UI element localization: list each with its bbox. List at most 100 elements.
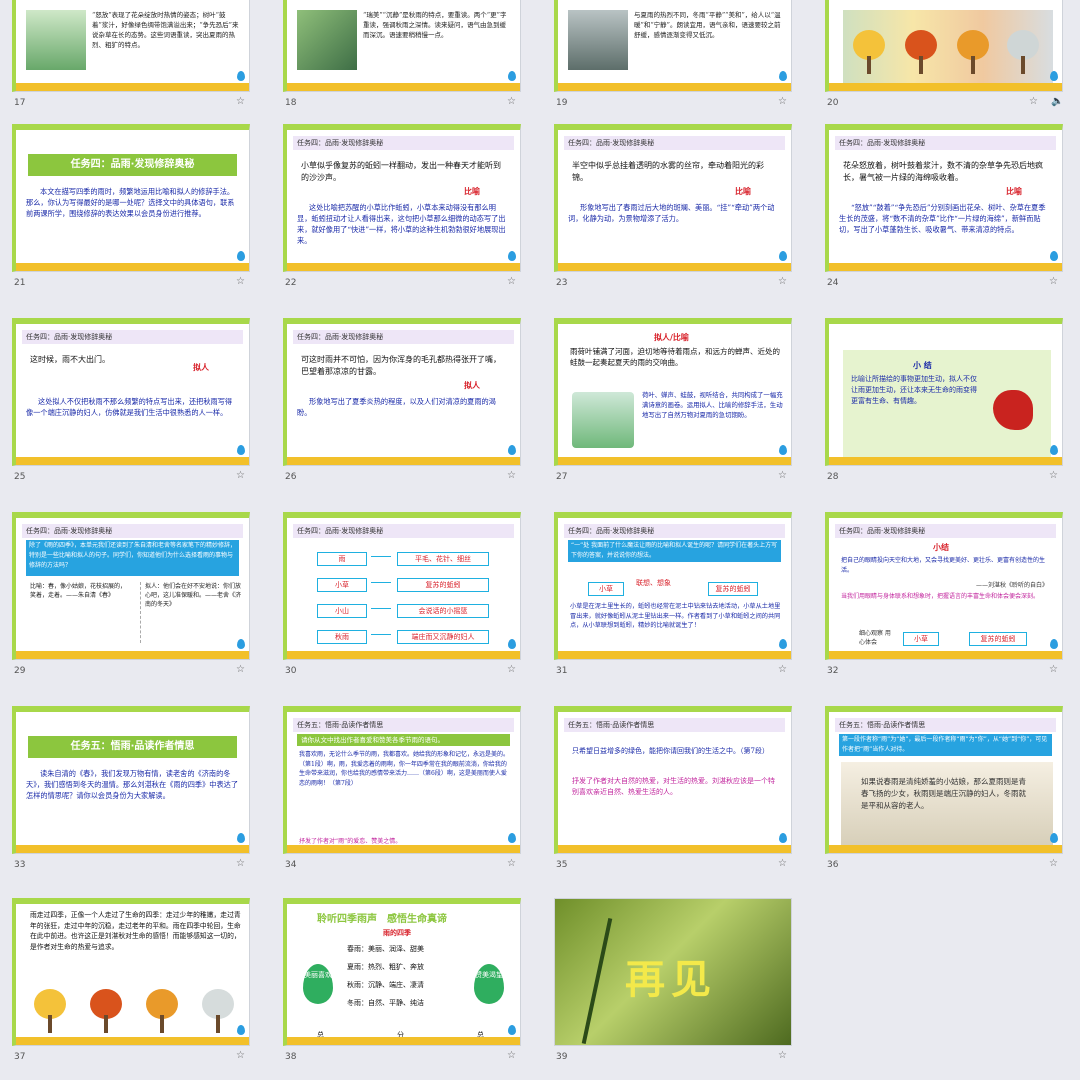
slide-canvas[interactable]: 任务四：品雨·发现修辞奥秘 “一”处 我面前了什么魔法让雨的比喻和拟人诞生的呢？请… bbox=[554, 512, 792, 660]
reflection-text: 雨走过四季，正像一个人走过了生命的四季：走过少年的稚嫩，走过青年的张狂，走过中年… bbox=[30, 911, 241, 951]
target-box: 复苏的蚯蚓 bbox=[708, 582, 758, 596]
slide-thumbnail-32[interactable]: 任务四：品雨·发现修辞奥秘 小结 把自己的眼睛投向天空和大地，又会寻找更美好、更壮乐… bbox=[825, 512, 1065, 680]
star-icon[interactable]: ☆ bbox=[778, 858, 787, 869]
slide-thumbnail-27[interactable]: 拟人/比喻 雨荷叶铺满了河面，迫切地等待着雨点，和远方的蝉声、近处的蛙鼓一起奏起夏… bbox=[554, 318, 794, 486]
explanation-text: 荷叶、蝉声、蛙鼓，视听结合，共同构成了一幅充满诗意的画卷。运用拟人、比喻的修辞手… bbox=[642, 391, 783, 419]
slide-thumbnail-25[interactable]: 任务四：品雨·发现修辞奥秘 这时候，雨不大出门。 拟人 这处拟人不仅把秋雨不那么频繁的… bbox=[12, 318, 252, 486]
slide-canvas[interactable]: 任务四：品雨·发现修辞奥秘雨 平毛、花针、细丝 小草 复苏的蚯蚓 小山 会说话的小摇篮 秋雨… bbox=[283, 512, 521, 660]
slide-canvas[interactable]: 任务四：品雨·发现修辞奥秘 小草似乎像复苏的蚯蚓一样翻动，发出一种春天才能听到的沙… bbox=[283, 124, 521, 272]
slide-canvas[interactable]: 任务四：品雨·发现修辞奥秘 半空中似乎总挂着透明的水雾的丝帘，牵动着阳光的彩锦。比… bbox=[554, 124, 792, 272]
tree-trunk bbox=[1021, 56, 1025, 74]
star-icon[interactable]: ☆ bbox=[778, 1050, 787, 1061]
slide-canvas[interactable]: “瑞美”“沉静”是秋雨的特点，要重读。两个“更”字重读，强调秋雨之深情。读来疑问… bbox=[283, 0, 521, 92]
star-icon[interactable]: ☆ bbox=[236, 858, 245, 869]
slide-canvas[interactable]: 任务五：悟雨·品读作者情思 请你从文中找出作者喜爱和赞美各季节雨的语句。 我喜欢雨，… bbox=[283, 706, 521, 854]
slide-thumbnail-30[interactable]: 任务四：品雨·发现修辞奥秘雨 平毛、花针、细丝 小草 复苏的蚯蚓 小山 会说话的小摇篮 秋雨… bbox=[283, 512, 523, 680]
slide-canvas[interactable]: 任务五：悟雨·品读作者情思 读朱自清的《春》，我们发现万物有情，读老舍的《济南的冬… bbox=[12, 706, 250, 854]
slide-canvas[interactable]: 任务四：品雨·发现修辞奥秘 除了《雨的四季》，本单元我们还读到了朱自清和老舍等名家… bbox=[12, 512, 250, 660]
star-icon[interactable]: ☆ bbox=[778, 664, 787, 675]
slide-thumbnail-22[interactable]: 任务四：品雨·发现修辞奥秘 小草似乎像复苏的蚯蚓一样翻动，发出一种春天才能听到的沙… bbox=[283, 124, 523, 292]
slide-canvas[interactable]: 与夏雨的热烈不同，冬雨“平静”“美和”，给人以“温暖”和“宁静”。朗读宜用，语气… bbox=[554, 0, 792, 92]
star-icon[interactable]: ☆ bbox=[507, 664, 516, 675]
slide-canvas[interactable]: 任务五：悟雨·品读作者情思 只希望日益增多的绿色，能把你请回我们的生活之中。（第7… bbox=[554, 706, 792, 854]
slide-thumbnail-34[interactable]: 任务五：悟雨·品读作者情思 请你从文中找出作者喜爱和赞美各季节雨的语句。 我喜欢雨，… bbox=[283, 706, 523, 874]
task-header: 任务四：品雨·发现修辞奥秘 bbox=[564, 524, 785, 538]
slide-number: 34 bbox=[285, 860, 297, 870]
slide-thumbnail-35[interactable]: 任务五：悟雨·品读作者情思 只希望日益增多的绿色，能把你请回我们的生活之中。（第7… bbox=[554, 706, 794, 874]
star-icon[interactable]: ☆ bbox=[507, 96, 516, 107]
star-icon[interactable]: ☆ bbox=[236, 276, 245, 287]
slide-thumbnail-38[interactable]: 聆听四季雨声 感悟生命真谛 雨的四季 美丽喜欢 赞美渴望 春雨：美丽、润泽、甜美 夏雨：热… bbox=[283, 898, 523, 1066]
star-icon[interactable]: ☆ bbox=[1049, 858, 1058, 869]
slide-number: 22 bbox=[285, 278, 297, 288]
star-icon[interactable]: ☆ bbox=[236, 1050, 245, 1061]
star-icon[interactable]: ☆ bbox=[236, 470, 245, 481]
star-icon[interactable]: ☆ bbox=[1049, 470, 1058, 481]
slide-canvas[interactable]: 任务四：品雨·发现修辞奥秘 可这时雨并不可怕，因为你浑身的毛孔都热得张开了嘴，巴望… bbox=[283, 318, 521, 466]
task-header: 任务四：品雨·发现修辞奥秘 bbox=[293, 524, 514, 538]
figure-of-speech-label: 比喻 bbox=[735, 187, 751, 196]
star-icon[interactable]: ☆ bbox=[236, 96, 245, 107]
slide-thumbnail-28[interactable]: 小 结比喻让所描绘的事物更加生动，拟人不仅让雨更加生动，还让本来无生命的雨变得更… bbox=[825, 318, 1065, 486]
water-drop-icon bbox=[237, 251, 245, 261]
summary-text-2: 当我们用眼睛与身体联系和想象时，把握语言的丰富生命和体会便会深刻。 bbox=[841, 593, 1040, 600]
vehicle-subject: 秋雨 bbox=[317, 630, 367, 644]
slide-number: 37 bbox=[14, 1052, 26, 1062]
slide-canvas[interactable]: 任务四：品雨·发现修辞奥秘 这时候，雨不大出门。 拟人 这处拟人不仅把秋雨不那么频繁的… bbox=[12, 318, 250, 466]
star-icon[interactable]: ☆ bbox=[236, 664, 245, 675]
star-icon[interactable]: ☆ bbox=[1029, 96, 1038, 107]
slide-thumbnail-20[interactable]: 20 ☆ 🔈 bbox=[825, 0, 1065, 112]
star-icon[interactable]: ☆ bbox=[778, 96, 787, 107]
instruction-bar: 除了《雨的四季》，本单元我们还读到了朱自清和老舍等名家笔下的精妙修辞，特别是一些… bbox=[26, 540, 239, 576]
tree-trunk bbox=[971, 56, 975, 74]
slide-thumbnail-23[interactable]: 任务四：品雨·发现修辞奥秘 半空中似乎总挂着透明的水雾的丝帘，牵动着阳光的彩锦。比… bbox=[554, 124, 794, 292]
slide-canvas[interactable]: 小 结比喻让所描绘的事物更加生动，拟人不仅让雨更加生动，还让本来无生命的雨变得更… bbox=[825, 318, 1063, 466]
slide-canvas[interactable]: 任务五：悟雨·品读作者情思 第一段作者称“雨”为“她”，最后一段作者称“雨”为“你… bbox=[825, 706, 1063, 854]
slide-body-text: “怒放”表现了花朵绽放时热情的姿态；树叶“鼓着”浆汁，好像绿色绸带饱满溢出来；“… bbox=[92, 11, 239, 49]
slide-thumbnail-31[interactable]: 任务四：品雨·发现修辞奥秘 “一”处 我面前了什么魔法让雨的比喻和拟人诞生的呢？请… bbox=[554, 512, 794, 680]
tree-illustration bbox=[30, 989, 70, 1033]
slide-thumbnail-21[interactable]: 任务四：品雨·发现修辞奥秘 本文在描写四季的雨时，频繁地运用比喻和拟人的修辞手法。… bbox=[12, 124, 252, 292]
tree-illustration bbox=[198, 989, 238, 1033]
star-icon[interactable]: ☆ bbox=[778, 276, 787, 287]
target-box: 复苏的蚯蚓 bbox=[969, 632, 1027, 646]
drop-label-right: 赞美渴望 bbox=[474, 964, 504, 1004]
slide-canvas[interactable]: 任务四：品雨·发现修辞奥秘 花朵怒放着，树叶鼓着浆汁，数不清的杂草争先恐后地疯长，… bbox=[825, 124, 1063, 272]
star-icon[interactable]: ☆ bbox=[507, 858, 516, 869]
task-header: 任务五：悟雨·品读作者情思 bbox=[293, 718, 514, 732]
slide-thumbnail-24[interactable]: 任务四：品雨·发现修辞奥秘 花朵怒放着，树叶鼓着浆汁，数不清的杂草争先恐后地疯长，… bbox=[825, 124, 1065, 292]
slide-canvas[interactable]: 再见 bbox=[554, 898, 792, 1046]
slide-thumbnail-36[interactable]: 任务五：悟雨·品读作者情思 第一段作者称“雨”为“她”，最后一段作者称“雨”为“你… bbox=[825, 706, 1065, 874]
star-icon[interactable]: ☆ bbox=[1049, 276, 1058, 287]
slide-meta-row: 25 ☆ bbox=[12, 466, 252, 486]
slide-body-text: 与夏雨的热烈不同，冬雨“平静”“美和”，给人以“温暖”和“宁静”。朗读宜用，语气… bbox=[634, 11, 781, 39]
slide-thumbnail-39[interactable]: 再见 39 ☆ bbox=[554, 898, 794, 1066]
slide-thumbnail-18[interactable]: “瑞美”“沉静”是秋雨的特点，要重读。两个“更”字重读，强调秋雨之深情。读来疑问… bbox=[283, 0, 523, 112]
speaker-icon[interactable]: 🔈 bbox=[1051, 96, 1063, 107]
slide-canvas[interactable]: “怒放”表现了花朵绽放时热情的姿态；树叶“鼓着”浆汁，好像绿色绸带饱满溢出来；“… bbox=[12, 0, 250, 92]
water-drop-icon bbox=[779, 71, 787, 81]
drop-label-left: 美丽喜欢 bbox=[303, 964, 333, 1004]
slide-canvas[interactable]: 雨走过四季，正像一个人走过了生命的四季：走过少年的稚嫩，走过青年的张狂，走过中年… bbox=[12, 898, 250, 1046]
water-drop-icon bbox=[508, 251, 516, 261]
star-icon[interactable]: ☆ bbox=[507, 276, 516, 287]
slide-canvas[interactable]: 聆听四季雨声 感悟生命真谛 雨的四季 美丽喜欢 赞美渴望 春雨：美丽、润泽、甜美 夏雨：热… bbox=[283, 898, 521, 1046]
task-header: 任务四：品雨·发现修辞奥秘 bbox=[564, 136, 785, 150]
star-icon[interactable]: ☆ bbox=[778, 470, 787, 481]
star-icon[interactable]: ☆ bbox=[507, 470, 516, 481]
star-icon[interactable]: ☆ bbox=[1049, 664, 1058, 675]
task-header: 任务四：品雨·发现修辞奥秘 bbox=[293, 136, 514, 150]
slide-thumbnail-33[interactable]: 任务五：悟雨·品读作者情思 读朱自清的《春》，我们发现万物有情，读老舍的《济南的冬… bbox=[12, 706, 252, 874]
star-icon[interactable]: ☆ bbox=[507, 1050, 516, 1061]
slide-thumbnail-17[interactable]: “怒放”表现了花朵绽放时热情的姿态；树叶“鼓着”浆汁，好像绿色绸带饱满溢出来；“… bbox=[12, 0, 252, 112]
tree-illustration bbox=[953, 30, 993, 74]
slide-thumbnail-19[interactable]: 与夏雨的热烈不同，冬雨“平静”“美和”，给人以“温暖”和“宁静”。朗读宜用，语气… bbox=[554, 0, 794, 112]
slide-canvas[interactable]: 任务四：品雨·发现修辞奥秘 本文在描写四季的雨时，频繁地运用比喻和拟人的修辞手法。… bbox=[12, 124, 250, 272]
slide-meta-row: 34 ☆ bbox=[283, 854, 523, 874]
slide-canvas[interactable]: 任务四：品雨·发现修辞奥秘 小结 把自己的眼睛投向天空和大地，又会寻找更美好、更壮乐… bbox=[825, 512, 1063, 660]
slide-thumbnail-29[interactable]: 任务四：品雨·发现修辞奥秘 除了《雨的四季》，本单元我们还读到了朱自清和老舍等名家… bbox=[12, 512, 252, 680]
slide-thumbnail-26[interactable]: 任务四：品雨·发现修辞奥秘 可这时雨并不可怕，因为你浑身的毛孔都热得张开了嘴，巴望… bbox=[283, 318, 523, 486]
slide-thumbnail-37[interactable]: 雨走过四季，正像一个人走过了生命的四季：走过少年的稚嫩，走过青年的张狂，走过中年… bbox=[12, 898, 252, 1066]
slide-canvas[interactable] bbox=[825, 0, 1063, 92]
slide-canvas[interactable]: 拟人/比喻 雨荷叶铺满了河面，迫切地等待着雨点，和远方的蝉声、近处的蛙鼓一起奏起夏… bbox=[554, 318, 792, 466]
